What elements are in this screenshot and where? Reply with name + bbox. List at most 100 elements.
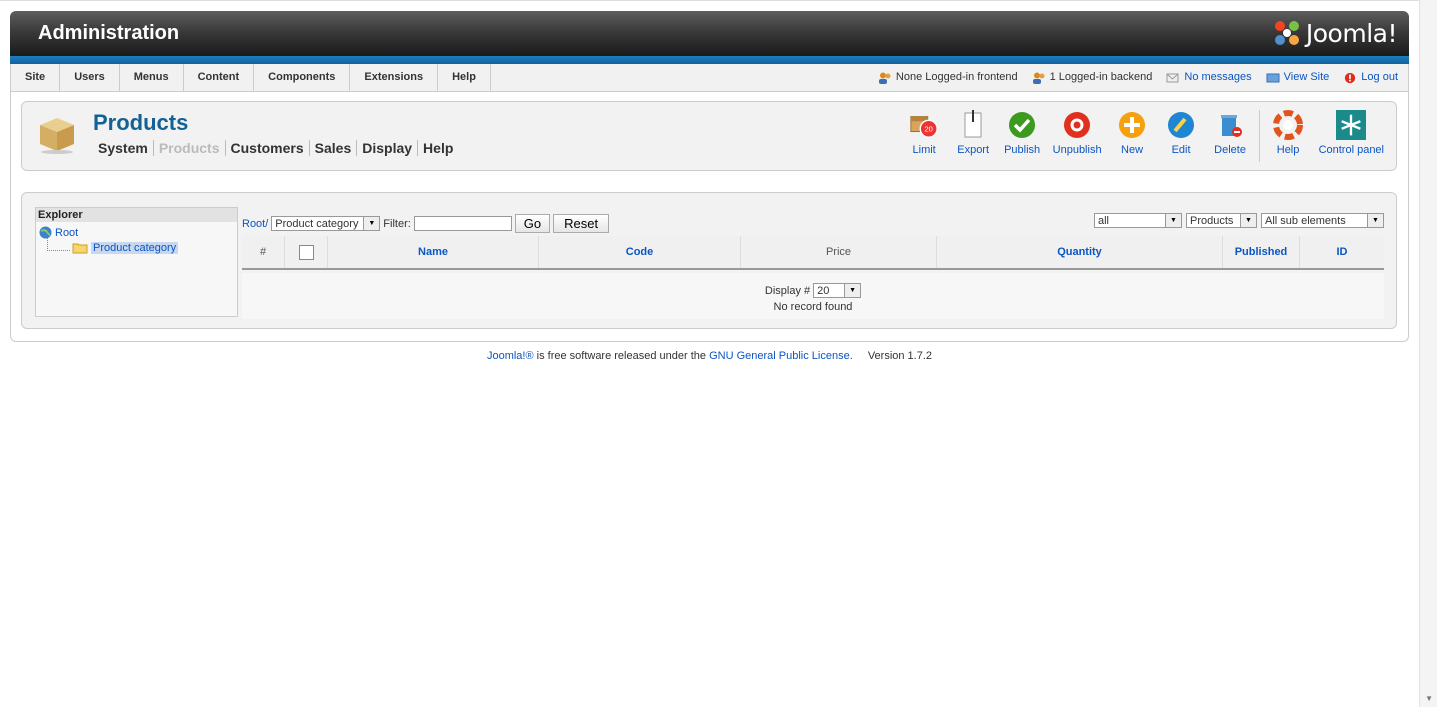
sub-elements-select-value: All sub elements (1265, 214, 1346, 227)
delete-button[interactable]: Delete (1206, 110, 1255, 162)
main-menu: Site Users Menus Content Components Exte… (11, 64, 491, 91)
col-code[interactable]: Code (538, 236, 741, 270)
menu-extensions[interactable]: Extensions (350, 64, 439, 91)
new-icon (1119, 112, 1146, 138)
pagination-display: Display # 20 ▼ (242, 283, 1384, 298)
subnav-help[interactable]: Help (418, 140, 458, 156)
breadcrumb-root[interactable]: Root/ (242, 218, 268, 230)
filter-input[interactable] (413, 216, 512, 231)
view-site-link[interactable]: View Site (1266, 64, 1330, 91)
limit-button[interactable]: 20 Limit (900, 110, 949, 162)
logout-icon (1345, 72, 1356, 83)
tree-item-label[interactable]: Product category (91, 242, 179, 254)
delete-label: Delete (1214, 144, 1246, 156)
joomla-logo-text: Joomla! (1305, 18, 1398, 48)
users-icon (878, 72, 891, 84)
unpublish-icon (1064, 112, 1091, 138)
col-number: # (242, 236, 285, 270)
control-panel-label: Control panel (1318, 144, 1384, 156)
export-label: Export (957, 144, 990, 156)
export-button[interactable]: Export (949, 110, 998, 162)
select-all-checkbox[interactable] (298, 244, 314, 260)
display-count-select[interactable]: 20 ▼ (813, 283, 862, 298)
edit-icon (1168, 112, 1195, 138)
chevron-down-icon: ▼ (1165, 214, 1181, 227)
tree-connector (47, 238, 70, 251)
main-panel: Explorer Root Product category Root/ Pro… (21, 192, 1397, 329)
go-button[interactable]: Go (514, 214, 551, 233)
limit-badge-text: 20 (925, 125, 933, 134)
gpl-link[interactable]: GNU General Public License (709, 350, 850, 362)
category-select[interactable]: Product category ▼ (271, 216, 381, 231)
sub-elements-select[interactable]: All sub elements ▼ (1261, 213, 1384, 228)
display-label: Display # (764, 284, 811, 297)
list-filters: all ▼ Products ▼ All sub elements ▼ (1094, 213, 1384, 228)
tree-root-label[interactable]: Root (55, 227, 78, 239)
logout-text[interactable]: Log out (1361, 64, 1398, 91)
footer-period: . (849, 350, 853, 362)
subnav-sales[interactable]: Sales (310, 140, 358, 156)
col-name[interactable]: Name (327, 236, 539, 270)
publish-button[interactable]: Publish (998, 110, 1047, 162)
messages-link[interactable]: No messages (1166, 64, 1252, 91)
toolbar-buttons: 20 Limit Export Publish Unpublish New Ed… (900, 110, 1390, 162)
chevron-down-icon: ▼ (844, 284, 861, 297)
type-select[interactable]: Products ▼ (1186, 213, 1257, 228)
menu-site[interactable]: Site (11, 64, 61, 91)
help-label: Help (1276, 144, 1300, 156)
footer-text: is free software released under the (533, 350, 710, 362)
col-select-all[interactable] (284, 236, 328, 270)
main-menu-bar: Site Users Menus Content Components Exte… (10, 64, 1409, 92)
subnav-customers[interactable]: Customers (226, 140, 310, 156)
filter-bar: Root/ Product category ▼ Filter: Go Rese… (242, 214, 610, 233)
unpublish-label: Unpublish (1052, 144, 1102, 156)
control-panel-icon (1336, 110, 1367, 140)
unpublish-button[interactable]: Unpublish (1047, 110, 1108, 162)
menu-components[interactable]: Components (254, 64, 351, 91)
reset-button[interactable]: Reset (553, 214, 610, 233)
subnav-display[interactable]: Display (357, 140, 419, 156)
limit-icon: 20 (910, 116, 938, 138)
messages-icon (1166, 73, 1179, 82)
joomla-link[interactable]: Joomla!® (487, 350, 534, 362)
toolbar-panel: Products System Products Customers Sales… (21, 101, 1397, 171)
joomla-logo[interactable]: Joomla! (1272, 17, 1398, 49)
export-icon (964, 110, 982, 138)
publish-label: Publish (1004, 144, 1041, 156)
delete-icon (1221, 115, 1243, 137)
sub-navigation: System Products Customers Sales Display … (98, 140, 458, 156)
subnav-products[interactable]: Products (154, 140, 226, 156)
messages-text[interactable]: No messages (1184, 64, 1251, 91)
col-quantity[interactable]: Quantity (936, 236, 1223, 270)
products-table: # Name Code Price Quantity Published ID (242, 236, 1384, 270)
scope-select[interactable]: all ▼ (1094, 213, 1182, 228)
scroll-down-arrow-icon[interactable]: ▼ (1425, 694, 1433, 703)
col-id[interactable]: ID (1299, 236, 1384, 270)
menu-menus[interactable]: Menus (120, 64, 184, 91)
toolbar-separator (1258, 110, 1260, 162)
edit-button[interactable]: Edit (1157, 110, 1206, 162)
vertical-scrollbar[interactable]: ▼ (1419, 0, 1437, 707)
help-button[interactable]: Help (1264, 110, 1313, 162)
joomla-logo-icon (1274, 21, 1299, 45)
control-panel-button[interactable]: Control panel (1313, 110, 1390, 162)
explorer-panel: Explorer Root Product category (35, 207, 238, 317)
col-published[interactable]: Published (1222, 236, 1300, 270)
subnav-system[interactable]: System (98, 140, 154, 156)
col-price: Price (740, 236, 937, 270)
tree-item-product-category[interactable]: Product category (72, 242, 179, 254)
backend-users-text: 1 Logged-in backend (1049, 71, 1153, 83)
users-icon (1032, 72, 1045, 84)
view-site-text[interactable]: View Site (1284, 64, 1330, 91)
menu-help[interactable]: Help (438, 64, 491, 91)
menu-content[interactable]: Content (184, 64, 255, 91)
edit-label: Edit (1171, 144, 1191, 156)
limit-label: Limit (912, 144, 936, 156)
table-header-row: # Name Code Price Quantity Published ID (242, 236, 1384, 270)
top-border (0, 0, 1437, 1)
page-footer: Joomla!® is free software released under… (0, 350, 1419, 362)
new-button[interactable]: New (1108, 110, 1157, 162)
logout-link[interactable]: Log out (1343, 64, 1398, 91)
chevron-down-icon: ▼ (1240, 214, 1256, 227)
menu-users[interactable]: Users (60, 64, 120, 91)
